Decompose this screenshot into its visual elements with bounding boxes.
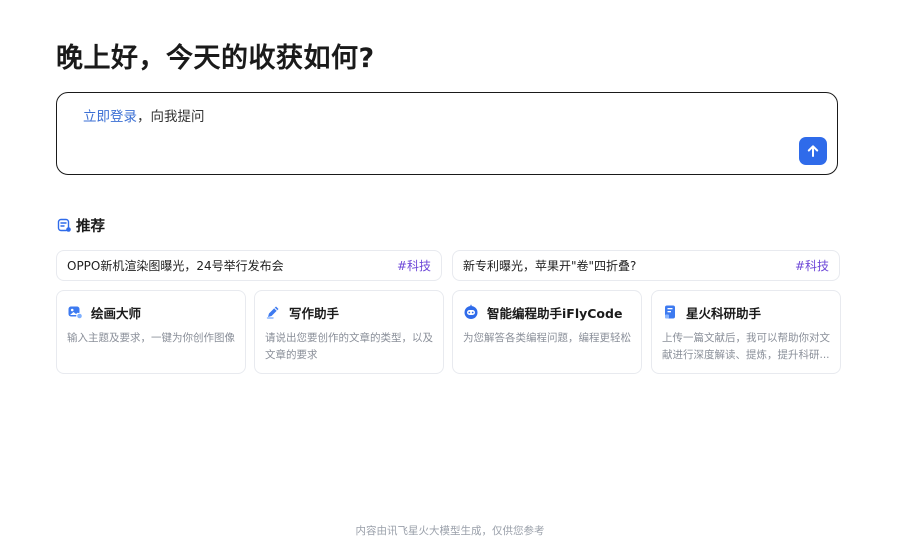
- news-tag: #科技: [794, 259, 829, 273]
- recommend-header: 推荐: [56, 215, 105, 236]
- login-link[interactable]: 立即登录: [83, 109, 137, 125]
- card-description: 上传一篇文献后，我可以帮助你对文献进行深度解读、提炼，提升科研...: [662, 332, 830, 361]
- card-title: 绘画大师: [91, 305, 142, 321]
- greeting-title: 晚上好，今天的收获如何?: [56, 43, 375, 74]
- arrow-up-icon: [807, 145, 819, 157]
- send-button[interactable]: [799, 137, 827, 165]
- card-title: 智能编程助手iFlyCode: [487, 305, 623, 321]
- assistant-card-research[interactable]: 星火科研助手 上传一篇文献后，我可以帮助你对文献进行深度解读、提炼，提升科研..…: [651, 290, 841, 374]
- card-title: 写作助手: [289, 305, 340, 321]
- news-text: OPPO新机渲染图曝光，24号举行发布会: [67, 259, 284, 273]
- document-icon: [662, 304, 678, 320]
- card-title: 星火科研助手: [686, 305, 762, 321]
- recommend-title: 推荐: [76, 219, 105, 235]
- assistant-card-writing[interactable]: 写作助手 请说出您要创作的文章的类型，以及文章的要求: [254, 290, 444, 374]
- news-item[interactable]: OPPO新机渲染图曝光，24号举行发布会 #科技: [56, 250, 442, 281]
- assistant-card-painting[interactable]: 绘画大师 输入主题及要求，一键为你创作图像: [56, 290, 246, 374]
- robot-icon: [463, 304, 479, 320]
- ask-input-box[interactable]: 立即登录，向我提问: [56, 92, 838, 175]
- news-text: 新专利曝光，苹果开"卷"四折叠?: [463, 259, 637, 273]
- image-icon: [67, 304, 83, 320]
- assistant-card-coding[interactable]: 智能编程助手iFlyCode 为您解答各类编程问题，编程更轻松: [452, 290, 642, 374]
- card-description: 请说出您要创作的文章的类型，以及文章的要求: [265, 332, 433, 361]
- card-description: 为您解答各类编程问题，编程更轻松: [463, 332, 631, 344]
- pen-icon: [265, 304, 281, 320]
- card-description: 输入主题及要求，一键为你创作图像: [67, 332, 235, 344]
- recommend-icon: [56, 218, 72, 234]
- ask-prompt-text: ，向我提问: [137, 109, 205, 125]
- disclaimer-footer: 内容由讯飞星火大模型生成，仅供您参考: [355, 525, 545, 537]
- news-item[interactable]: 新专利曝光，苹果开"卷"四折叠? #科技: [452, 250, 840, 281]
- ask-placeholder: 立即登录，向我提问: [83, 105, 205, 125]
- news-tag: #科技: [396, 259, 431, 273]
